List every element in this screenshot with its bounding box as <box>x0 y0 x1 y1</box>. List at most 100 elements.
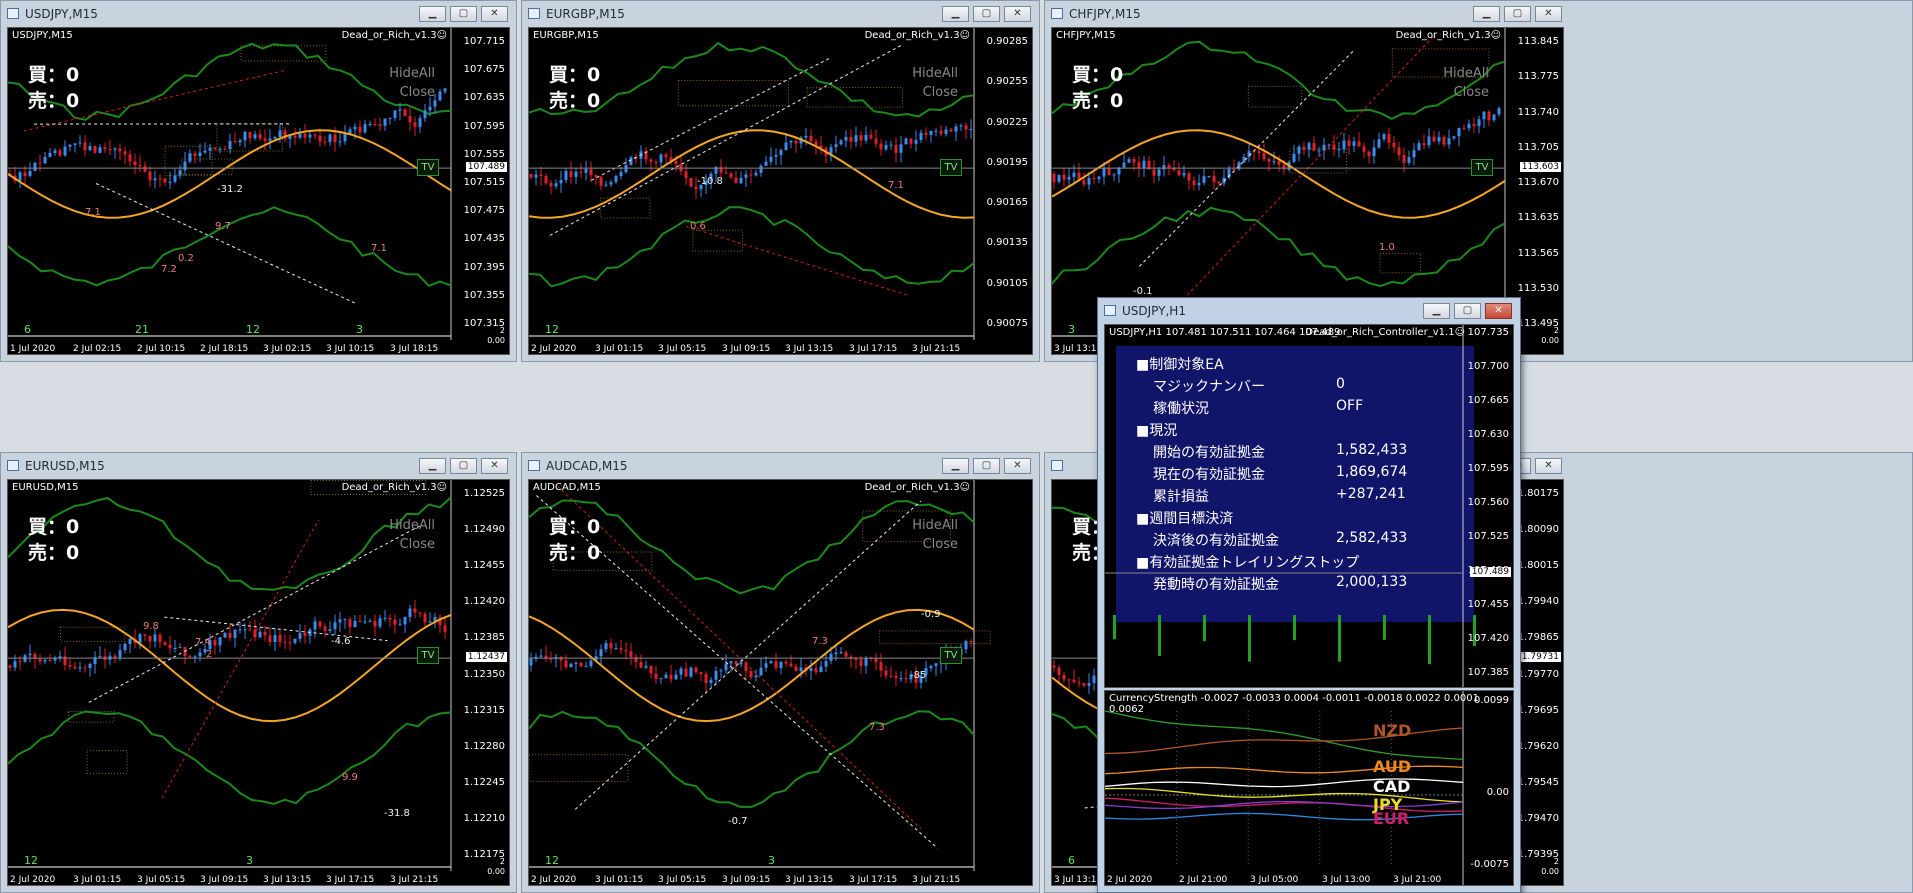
order-zone <box>60 626 126 642</box>
candle-body <box>1207 175 1211 177</box>
candle-body <box>1352 141 1356 146</box>
y-axis-label: 107.315 <box>463 318 505 329</box>
candle-body <box>1297 146 1301 154</box>
candle-body <box>1427 136 1431 146</box>
candle-body <box>774 155 778 157</box>
chart-window-usdjpy[interactable]: USDJPY,M15 ▁ ▢ ✕ USDJPY,M15 Dead_or_Rich_v1… <box>0 0 517 362</box>
main-chart-area[interactable]: USDJPY,H1 107.481 107.511 107.464 107.48… <box>1104 324 1514 688</box>
candle-body <box>368 620 372 622</box>
maximize-button[interactable]: ▢ <box>973 6 1000 22</box>
candle-body <box>589 660 593 667</box>
y-axis-label: 1.12280 <box>463 741 505 752</box>
candle-body <box>734 177 738 184</box>
title-bar[interactable]: EURGBP,M15 ▁ ▢ ✕ <box>522 1 1039 27</box>
close-all-button[interactable]: Close <box>400 537 435 552</box>
window-controls: ▁▢✕ <box>1423 303 1512 319</box>
chart-window-eurusd[interactable]: EURUSD,M15 ▁ ▢ ✕ EURUSD,M15 Dead_or_Rich_v1… <box>0 452 517 893</box>
currency-strength-area[interactable]: CurrencyStrength -0.0027 -0.0033 0.0004 … <box>1104 690 1514 886</box>
candle-body <box>1087 178 1091 185</box>
chart-area[interactable]: AUDCAD,M15 Dead_or_Rich_v1.3☺ 買：0 売：0 HideAl… <box>528 479 1033 886</box>
close-all-button[interactable]: Close <box>923 537 958 552</box>
maximize-button[interactable]: ▢ <box>450 458 477 474</box>
buy-count: 買：0 <box>1072 64 1124 86</box>
candle-body <box>924 132 928 135</box>
y-axis-label: 107.355 <box>463 290 505 301</box>
chart-window-eurgbp[interactable]: EURGBP,M15 ▁ ▢ ✕ EURGBP,M15 Dead_or_Rich_v1… <box>521 0 1040 362</box>
candle-body <box>1232 169 1236 171</box>
chart-area[interactable]: USDJPY,M15 Dead_or_Rich_v1.3☺ 買：0 売：0 HideAl… <box>7 27 510 355</box>
close-all-button[interactable]: Close <box>923 85 958 100</box>
close-button[interactable]: ✕ <box>1535 6 1562 22</box>
maximize-button[interactable]: ▢ <box>1504 6 1531 22</box>
minimize-button[interactable]: ▁ <box>419 6 446 22</box>
tv-button[interactable]: TV <box>417 647 439 664</box>
close-button[interactable]: ✕ <box>1485 303 1512 319</box>
candle-body <box>338 619 342 623</box>
close-button[interactable]: ✕ <box>1004 458 1031 474</box>
candle-body <box>744 174 748 178</box>
minimize-button[interactable]: ▁ <box>942 6 969 22</box>
chart-area[interactable]: EURUSD,M15 Dead_or_Rich_v1.3☺ 買：0 売：0 HideAl… <box>7 479 510 886</box>
hideall-button[interactable]: HideAll <box>912 66 958 81</box>
close-all-button[interactable]: Close <box>1454 85 1489 100</box>
smile-icon: ☺ <box>436 482 447 493</box>
candle-body <box>884 144 888 150</box>
title-bar[interactable]: USDJPY,H1 ▁ ▢ ✕ <box>1098 298 1520 324</box>
order-zone <box>806 87 904 108</box>
tv-button[interactable]: TV <box>940 647 962 664</box>
maximize-button[interactable]: ▢ <box>450 6 477 22</box>
minimize-button[interactable]: ▁ <box>1423 303 1450 319</box>
tv-button[interactable]: TV <box>417 159 439 176</box>
candle-body <box>539 174 543 177</box>
candle-body <box>629 651 633 658</box>
title-bar[interactable]: EURUSD,M15 ▁ ▢ ✕ <box>1 453 516 479</box>
trade-note: 7.3 <box>812 636 828 647</box>
candle-body <box>368 123 372 125</box>
candle-body <box>408 608 412 618</box>
minimize-button[interactable]: ▁ <box>942 458 969 474</box>
title-bar[interactable]: USDJPY,M15 ▁ ▢ ✕ <box>1 1 516 27</box>
candle-body <box>864 134 868 141</box>
candle-body <box>669 674 673 680</box>
candle-body <box>193 153 197 157</box>
candle-body <box>1072 679 1076 683</box>
candle-body <box>1387 134 1391 143</box>
tv-button[interactable]: TV <box>1471 159 1493 176</box>
candle-body <box>48 659 52 661</box>
maximize-button[interactable]: ▢ <box>973 458 1000 474</box>
close-all-button[interactable]: Close <box>400 85 435 100</box>
hideall-button[interactable]: HideAll <box>1443 66 1489 81</box>
title-bar[interactable]: AUDCAD,M15 ▁ ▢ ✕ <box>522 453 1039 479</box>
minimize-button[interactable]: ▁ <box>419 458 446 474</box>
close-button[interactable]: ✕ <box>481 6 508 22</box>
candle-body <box>1157 169 1161 176</box>
hideall-button[interactable]: HideAll <box>389 518 435 533</box>
popup-window-usdjpy-h1[interactable]: USDJPY,H1 ▁ ▢ ✕ USDJPY,H1 107.481 107.511 … <box>1097 297 1521 893</box>
candle-body <box>554 183 558 187</box>
x-axis-label: 3 Jul 10:15 <box>326 344 375 354</box>
trade-note: 9.9 <box>342 772 358 783</box>
candle-body <box>659 678 663 680</box>
hideall-button[interactable]: HideAll <box>912 518 958 533</box>
close-button[interactable]: ✕ <box>1535 458 1562 474</box>
tv-button[interactable]: TV <box>940 159 962 176</box>
x-axis-label: 2 Jul 2020 <box>10 875 56 885</box>
candle-body <box>173 647 177 649</box>
minimize-button[interactable]: ▁ <box>1473 6 1500 22</box>
title-bar[interactable]: CHFJPY,M15 ▁ ▢ ✕ <box>1045 1 1912 27</box>
maximize-button[interactable]: ▢ <box>1454 303 1481 319</box>
chart-area[interactable]: EURGBP,M15 Dead_or_Rich_v1.3☺ 買：0 売：0 HideAl… <box>528 27 1033 355</box>
x-axis-label: 3 Jul 21:15 <box>912 875 961 885</box>
hideall-button[interactable]: HideAll <box>389 66 435 81</box>
candle-body <box>1137 162 1141 168</box>
sell-count: 売：0 <box>549 90 601 112</box>
candle-body <box>809 668 813 671</box>
candle-body <box>8 665 12 668</box>
candle-body <box>278 130 282 138</box>
candle-body <box>884 670 888 676</box>
current-price-tag: 1.12437 <box>465 652 507 662</box>
close-button[interactable]: ✕ <box>1004 6 1031 22</box>
y-axis-label: 1.12315 <box>463 705 505 716</box>
chart-window-audcad[interactable]: AUDCAD,M15 ▁ ▢ ✕ AUDCAD,M15 Dead_or_Rich_v1… <box>521 452 1040 893</box>
close-button[interactable]: ✕ <box>481 458 508 474</box>
